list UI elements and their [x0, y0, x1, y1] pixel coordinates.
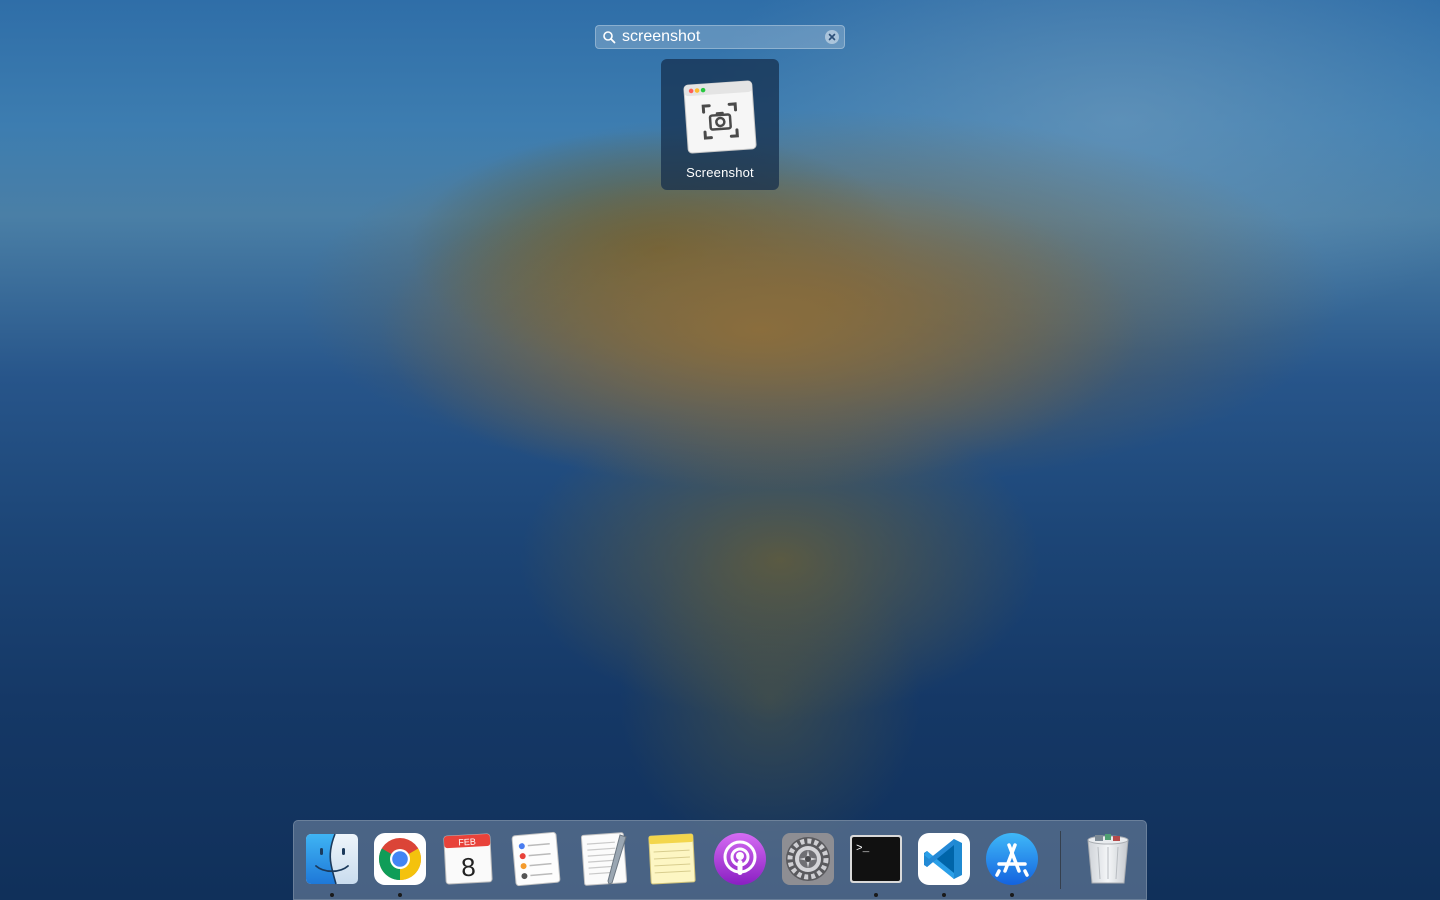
running-indicator-finder [330, 893, 334, 897]
search-icon [603, 31, 616, 44]
calendar-month-text: FEB [458, 837, 476, 848]
reminders-icon [511, 831, 561, 887]
terminal-icon: >_ [850, 835, 902, 883]
dock-item-calendar[interactable]: FEB 8 [440, 831, 496, 887]
dock-item-vscode[interactable] [916, 831, 972, 887]
calendar-icon: FEB 8 [443, 833, 493, 885]
finder-icon [306, 833, 358, 885]
notes-icon [648, 833, 696, 885]
running-indicator-terminal [874, 893, 878, 897]
dock-item-podcasts[interactable] [712, 831, 768, 887]
dock-divider [1060, 831, 1061, 889]
running-indicator-app-store [1010, 893, 1014, 897]
search-result-label: Screenshot [686, 165, 754, 180]
dock-item-system-preferences[interactable] [780, 831, 836, 887]
search-result-screenshot-app[interactable]: Screenshot [661, 59, 779, 190]
dock-item-chrome[interactable] [372, 831, 428, 887]
running-indicator-vscode [942, 893, 946, 897]
system-preferences-icon [782, 833, 834, 885]
app-store-icon [986, 833, 1038, 885]
running-indicator-chrome [398, 893, 402, 897]
launchpad-search-field[interactable] [595, 25, 845, 49]
dock-item-terminal[interactable]: >_ [848, 831, 904, 887]
dock-item-reminders[interactable] [508, 831, 564, 887]
vscode-icon [918, 833, 970, 885]
textedit-icon [580, 832, 628, 886]
clear-search-icon[interactable] [825, 30, 839, 44]
terminal-prompt-text: >_ [856, 843, 870, 855]
dock: FEB 8 >_ [293, 820, 1147, 900]
dock-item-textedit[interactable] [576, 831, 632, 887]
screenshot-app-icon [683, 80, 757, 154]
calendar-day-text: 8 [460, 852, 476, 883]
dock-item-finder[interactable] [304, 831, 360, 887]
dock-item-trash[interactable] [1080, 831, 1136, 887]
dock-item-notes[interactable] [644, 831, 700, 887]
dock-item-app-store[interactable] [984, 831, 1040, 887]
podcasts-icon [714, 833, 766, 885]
trash-icon [1087, 834, 1129, 884]
chrome-icon [374, 833, 426, 885]
search-input[interactable] [622, 28, 812, 46]
